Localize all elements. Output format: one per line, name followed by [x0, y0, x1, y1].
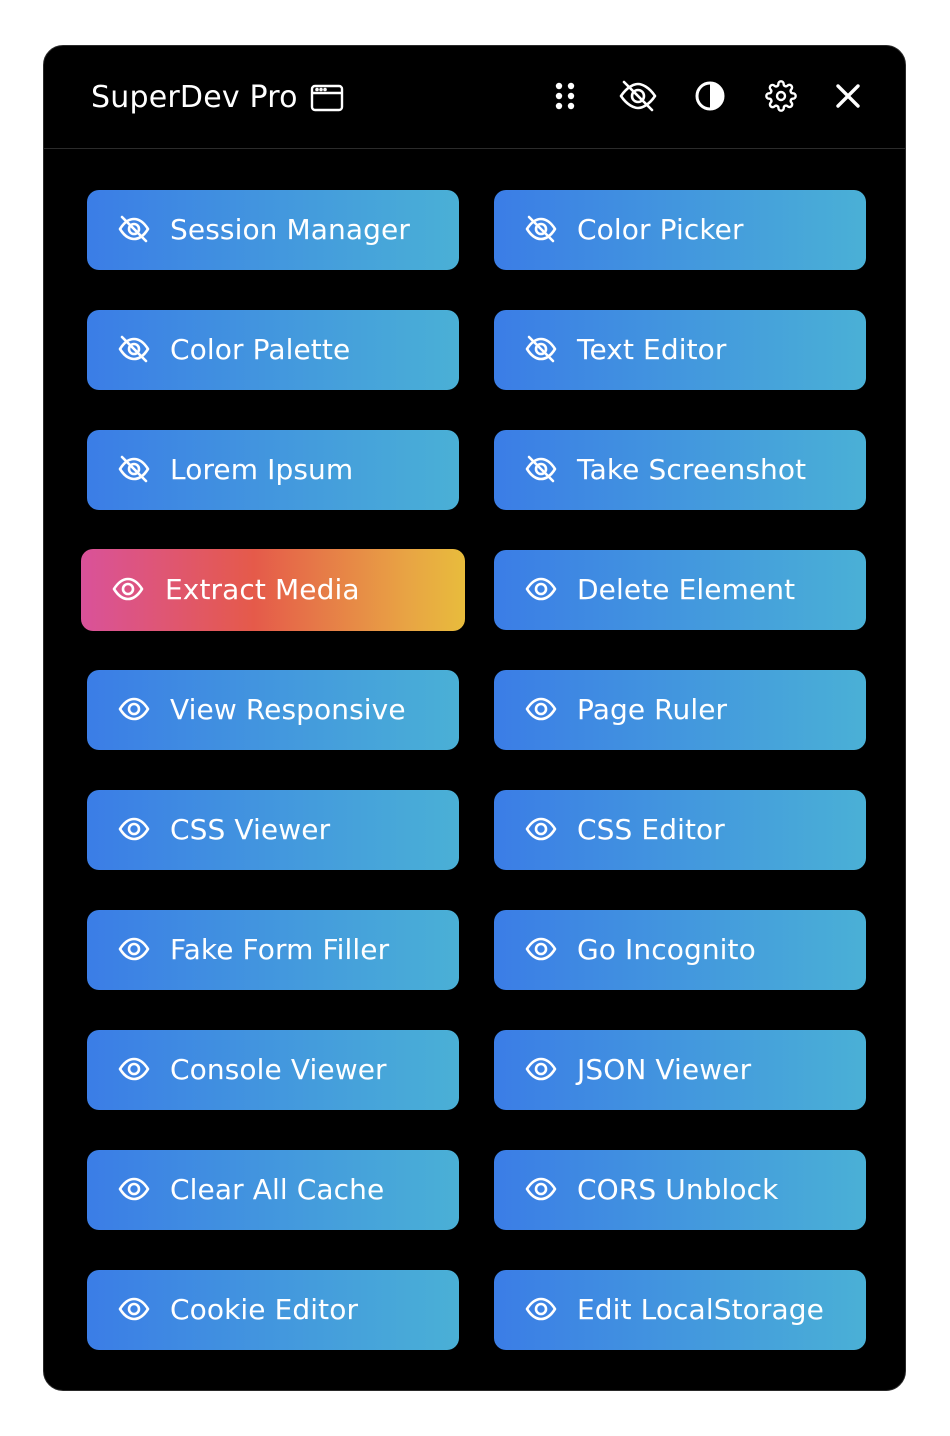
eye-off-icon: [524, 453, 560, 487]
session-manager-button[interactable]: Session Manager: [87, 190, 459, 270]
tool-grid: Session Manager Color Picker Color Palet…: [44, 46, 905, 1390]
tool-label: Take Screenshot: [577, 453, 807, 486]
eye-off-icon: [524, 333, 560, 367]
delete-element-button[interactable]: Delete Element: [494, 550, 866, 630]
text-editor-button[interactable]: Text Editor: [494, 310, 866, 390]
eye-icon: [524, 1173, 560, 1207]
eye-icon: [117, 813, 153, 847]
superdev-panel: SuperDev Pro Session Manager Color Picke…: [43, 45, 906, 1391]
tool-label: Fake Form Filler: [170, 933, 390, 966]
tool-label: Go Incognito: [577, 933, 756, 966]
css-viewer-button[interactable]: CSS Viewer: [87, 790, 459, 870]
eye-icon: [117, 1173, 153, 1207]
eye-icon: [111, 573, 147, 607]
tool-label: CSS Editor: [577, 813, 725, 846]
eye-icon: [117, 1293, 153, 1327]
eye-icon: [117, 933, 153, 967]
eye-off-icon: [524, 213, 560, 247]
eye-off-icon: [117, 333, 153, 367]
tool-label: CORS Unblock: [577, 1173, 779, 1206]
eye-icon: [117, 1053, 153, 1087]
color-palette-button[interactable]: Color Palette: [87, 310, 459, 390]
tool-label: Page Ruler: [577, 693, 728, 726]
console-viewer-button[interactable]: Console Viewer: [87, 1030, 459, 1110]
json-viewer-button[interactable]: JSON Viewer: [494, 1030, 866, 1110]
tool-label: Color Palette: [170, 333, 351, 366]
page-ruler-button[interactable]: Page Ruler: [494, 670, 866, 750]
eye-icon: [524, 813, 560, 847]
tool-label: Console Viewer: [170, 1053, 387, 1086]
tool-label: Cookie Editor: [170, 1293, 359, 1326]
tool-label: Text Editor: [577, 333, 727, 366]
eye-icon: [524, 693, 560, 727]
tool-label: CSS Viewer: [170, 813, 331, 846]
extract-media-button[interactable]: Extract Media: [81, 549, 465, 631]
tool-label: Clear All Cache: [170, 1173, 385, 1206]
tool-label: Lorem Ipsum: [170, 453, 354, 486]
lorem-ipsum-button[interactable]: Lorem Ipsum: [87, 430, 459, 510]
view-responsive-button[interactable]: View Responsive: [87, 670, 459, 750]
fake-form-filler-button[interactable]: Fake Form Filler: [87, 910, 459, 990]
tool-label: Color Picker: [577, 213, 744, 246]
eye-icon: [524, 1053, 560, 1087]
cookie-editor-button[interactable]: Cookie Editor: [87, 1270, 459, 1350]
edit-localstorage-button[interactable]: Edit LocalStorage: [494, 1270, 866, 1350]
clear-all-cache-button[interactable]: Clear All Cache: [87, 1150, 459, 1230]
eye-off-icon: [117, 453, 153, 487]
tool-label: Session Manager: [170, 213, 410, 246]
cors-unblock-button[interactable]: CORS Unblock: [494, 1150, 866, 1230]
eye-icon: [524, 1293, 560, 1327]
eye-off-icon: [117, 213, 153, 247]
eye-icon: [117, 693, 153, 727]
tool-label: Extract Media: [165, 573, 360, 606]
eye-icon: [524, 933, 560, 967]
color-picker-button[interactable]: Color Picker: [494, 190, 866, 270]
tool-label: Delete Element: [577, 573, 796, 606]
eye-icon: [524, 573, 560, 607]
tool-label: View Responsive: [170, 693, 406, 726]
tool-label: JSON Viewer: [577, 1053, 752, 1086]
tool-label: Edit LocalStorage: [577, 1293, 824, 1326]
take-screenshot-button[interactable]: Take Screenshot: [494, 430, 866, 510]
go-incognito-button[interactable]: Go Incognito: [494, 910, 866, 990]
css-editor-button[interactable]: CSS Editor: [494, 790, 866, 870]
